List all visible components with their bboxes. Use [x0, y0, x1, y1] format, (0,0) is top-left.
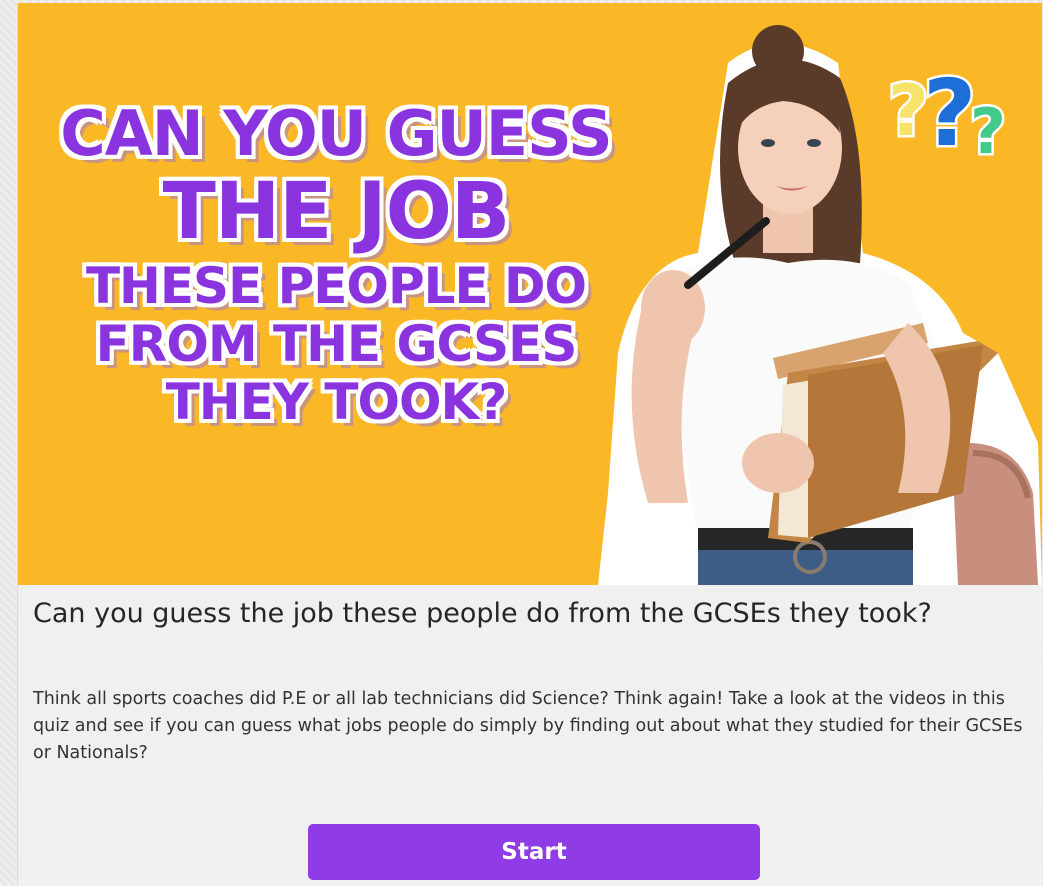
page: CAN YOU GUESS THE JOB THESE PEOPLE DO FR… [0, 0, 1043, 886]
quiz-card: CAN YOU GUESS THE JOB THESE PEOPLE DO FR… [17, 3, 1042, 886]
quiz-description: Think all sports coaches did P.E or all … [33, 689, 1023, 763]
start-button[interactable]: Start [308, 824, 760, 880]
quiz-title: Can you guess the job these people do fr… [33, 598, 932, 629]
hero-headline: CAN YOU GUESS THE JOB THESE PEOPLE DO FR… [46, 97, 626, 431]
headline-line-2: THE JOB [162, 167, 511, 257]
student-holding-books-image [598, 25, 1042, 585]
headline-line-1: CAN YOU GUESS [60, 97, 612, 170]
headline-line-5: THEY TOOK? [165, 373, 508, 431]
headline-line-3: THESE PEOPLE DO [85, 257, 587, 315]
quiz-hero-image: CAN YOU GUESS THE JOB THESE PEOPLE DO FR… [18, 3, 1042, 585]
headline-line-4: FROM THE GCSES [95, 315, 578, 373]
